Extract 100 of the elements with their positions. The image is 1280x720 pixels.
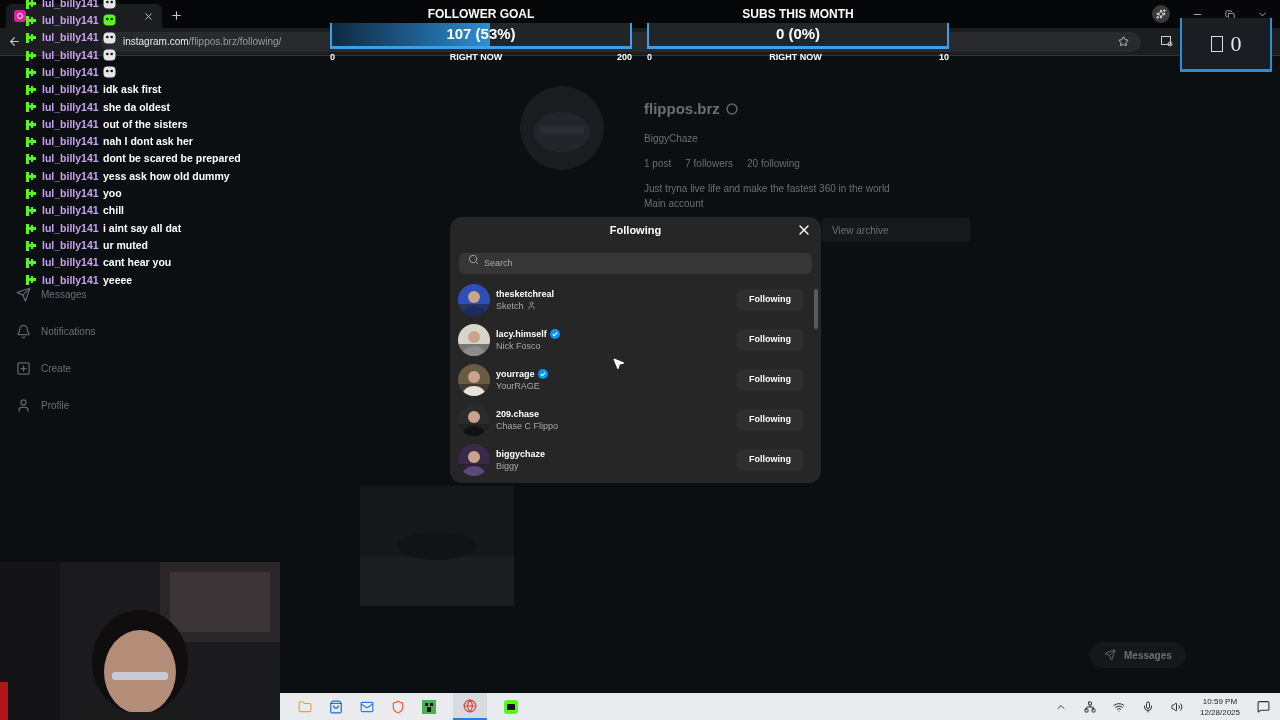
kick-badge-icon <box>26 154 36 165</box>
speaker-icon[interactable] <box>1170 700 1183 713</box>
mail-icon[interactable] <box>360 699 374 714</box>
goal-caption: RIGHT NOW <box>769 51 822 64</box>
chat-username: lul_billy141 <box>42 13 97 29</box>
chat-username: lul_billy141 <box>42 168 97 184</box>
username[interactable]: lacy.himself <box>496 327 547 340</box>
profile-stat[interactable]: 7 followers <box>685 155 734 171</box>
sidebar-item[interactable]: Create <box>41 361 71 376</box>
search-field[interactable]: Search <box>459 252 812 274</box>
chat-username: lul_billy141 <box>42 99 97 115</box>
following-button[interactable]: Following <box>737 368 803 391</box>
kick-badge-icon <box>26 85 36 96</box>
kick-badge-icon <box>26 119 36 130</box>
profile-stat[interactable]: 1 post <box>644 155 672 171</box>
sidebar-icon[interactable] <box>16 287 31 302</box>
reader-mode-icon[interactable] <box>1161 36 1173 47</box>
creeper-icon[interactable] <box>422 699 436 714</box>
kick-badge-icon <box>26 50 36 61</box>
settings-icon[interactable] <box>725 103 738 116</box>
following-button[interactable]: Following <box>737 448 803 471</box>
network-icon[interactable] <box>1083 700 1096 713</box>
chat-username: lul_billy141 <box>42 82 97 98</box>
chat-username: lul_billy141 <box>42 255 97 271</box>
wifi-icon[interactable] <box>1112 700 1125 713</box>
shield-icon[interactable] <box>391 699 405 714</box>
goal-min: 0 <box>330 51 335 64</box>
sidebar-icon[interactable] <box>16 398 31 413</box>
kick-badge-icon <box>26 102 36 113</box>
username[interactable]: yourrage <box>496 367 535 380</box>
chat-username: lul_billy141 <box>42 151 97 167</box>
kick-badge-icon <box>26 275 36 286</box>
kick-badge-icon <box>26 67 36 78</box>
kick-badge-icon <box>26 188 36 199</box>
chat-username: lul_billy141 <box>42 220 97 236</box>
kick-badge-icon <box>26 33 36 44</box>
chat-username: lul_billy141 <box>42 134 97 150</box>
sidebar-item[interactable]: Messages <box>41 287 87 302</box>
sidebar-icon[interactable] <box>16 361 31 376</box>
goal-max: 200 <box>616 51 632 64</box>
username[interactable]: biggychaze <box>496 447 545 460</box>
kick-badge-icon <box>26 15 36 26</box>
display-name: YourRAGE <box>496 379 540 392</box>
chat-username: lul_billy141 <box>42 116 97 132</box>
chat-username: lul_billy141 <box>42 30 97 46</box>
chat-username: lul_billy141 <box>42 186 97 202</box>
following-button[interactable]: Following <box>737 328 803 351</box>
kick-badge-icon <box>26 240 36 251</box>
username[interactable]: 209.chase <box>496 407 540 420</box>
following-button[interactable]: Following <box>737 408 803 431</box>
sidebar-icon[interactable] <box>16 324 31 339</box>
restore-icon[interactable] <box>1225 10 1235 20</box>
store-icon[interactable] <box>329 699 343 714</box>
counter-value: 0 <box>1230 30 1242 58</box>
chat-message: yeeee <box>103 272 133 288</box>
chat-message: i aint say all dat <box>103 220 182 236</box>
profile-full-name: BiggyChaze <box>644 131 699 146</box>
following-button[interactable]: Following <box>737 288 803 311</box>
view-archive-button[interactable]: View archive <box>822 218 970 242</box>
display-name: Biggy <box>496 459 519 472</box>
chat-username: lul_billy141 <box>42 237 97 253</box>
username[interactable]: thesketchreal <box>496 287 555 300</box>
chat-message: idk ask first <box>103 82 162 98</box>
send-icon[interactable] <box>1104 649 1116 661</box>
search-icon <box>468 254 479 265</box>
chat-message: yess ask how old dummy <box>103 168 230 184</box>
chat-message: out of the sisters <box>103 116 188 132</box>
chat-username: lul_billy141 <box>42 47 97 63</box>
goal-min: 0 <box>647 51 652 64</box>
profile-bio: Main account <box>644 196 705 211</box>
kick-badge-icon <box>26 171 36 182</box>
taskbar-time: 10:59 PM <box>1202 695 1238 707</box>
sidebar-item[interactable]: Profile <box>41 398 70 413</box>
bookmark-star-icon[interactable] <box>1118 36 1129 47</box>
sparkle-icon[interactable] <box>1156 9 1166 19</box>
close-icon[interactable] <box>143 10 154 22</box>
notification-icon[interactable] <box>1257 700 1270 713</box>
instagram-icon <box>14 10 26 22</box>
back-icon[interactable] <box>8 35 21 48</box>
new-tab-icon[interactable] <box>170 9 183 22</box>
globe-icon[interactable] <box>463 698 477 713</box>
chat-message: cant hear you <box>103 255 172 271</box>
profile-username: flippos.brz <box>644 99 720 119</box>
chat-username: lul_billy141 <box>42 203 97 219</box>
goal-caption: RIGHT NOW <box>449 51 503 64</box>
chat-app-icon[interactable] <box>504 699 518 714</box>
kick-badge-icon <box>26 206 36 217</box>
mouse-cursor-icon <box>612 357 625 370</box>
microphone-icon[interactable] <box>1141 700 1154 713</box>
chat-message: ur muted <box>103 237 148 253</box>
sidebar-item[interactable]: Notifications <box>41 324 96 339</box>
square-icon <box>1210 35 1223 52</box>
taskbar-date: 12/28/2025 <box>1199 706 1240 718</box>
chat-message: chill <box>103 203 124 219</box>
profile-stat[interactable]: 20 following <box>747 155 800 171</box>
chat-message: dont be scared be prepared <box>103 151 241 167</box>
goal-value: 0 (0%) <box>774 24 822 45</box>
chat-username: lul_billy141 <box>42 64 97 80</box>
display-name: Nick Fosco <box>496 339 541 352</box>
goal-title: FOLLOWER GOAL <box>426 6 536 23</box>
